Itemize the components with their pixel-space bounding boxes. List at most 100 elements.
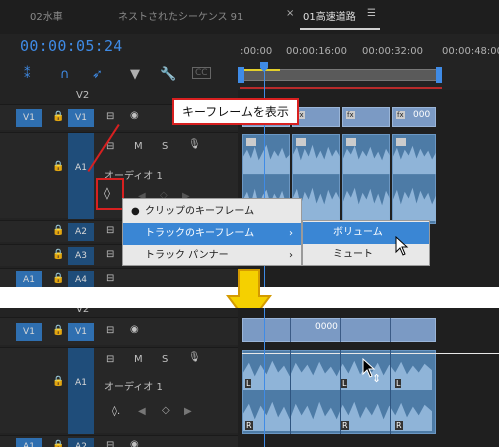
track-header-v2[interactable]: V2 <box>0 308 238 316</box>
video-clip[interactable]: fx 000 <box>392 107 436 127</box>
timecode-display[interactable]: 00:00:05:24 <box>20 37 123 55</box>
solo-button[interactable]: S <box>162 354 168 365</box>
clip-edge <box>290 318 291 342</box>
track-header-a1[interactable]: 🔒 A1 ⊟ M S 🎙 オーディオ 1 ◊. ◀ ◇ ▶ <box>0 347 238 434</box>
clip-edge <box>340 350 341 434</box>
track-header-a2[interactable]: A1 🔒 A2 ⊟ ◉ <box>0 435 238 447</box>
magnet-icon[interactable]: ∩ <box>60 67 70 82</box>
eye-icon[interactable]: ◉ <box>130 110 139 121</box>
sync-lock-icon[interactable]: ⊟ <box>106 325 114 336</box>
prev-keyframe-icon[interactable]: ◀ <box>138 406 146 417</box>
source-patch-v1[interactable]: V1 <box>16 109 42 127</box>
channel-right-label: R <box>341 421 349 430</box>
mic-icon[interactable]: 🎙 <box>188 139 201 150</box>
red-range-line <box>240 87 442 89</box>
snap-icon[interactable]: ⁑ <box>24 67 31 82</box>
fx-badge: fx <box>396 111 405 119</box>
show-keyframes-icon[interactable]: ◊. <box>112 406 120 417</box>
mute-button[interactable]: M <box>134 354 143 365</box>
chevron-right-icon: › <box>289 250 293 261</box>
menu-item-clip-keyframes[interactable]: ● クリップのキーフレーム <box>123 201 301 223</box>
video-clip[interactable]: fx <box>292 107 340 127</box>
source-patch-a1[interactable]: A1 <box>16 438 42 447</box>
track-target-a4[interactable]: A4 <box>68 271 94 287</box>
timeline-panel-top: 02水車 ネストされたシーケンス 91 × 01高速道路 ☰ 00:00:05:… <box>0 0 499 287</box>
active-tab-underline <box>300 28 380 30</box>
next-keyframe-icon[interactable]: ▶ <box>184 406 192 417</box>
time-ruler[interactable]: :00:00 00:00:16:00 00:00:32:00 00:00:48:… <box>238 34 499 90</box>
submenu-item-volume[interactable]: ボリューム <box>303 222 429 244</box>
sync-lock-icon[interactable]: ⊟ <box>106 354 114 365</box>
clip-edge <box>390 350 391 434</box>
menu-item-track-keyframes[interactable]: トラックのキーフレーム › <box>123 223 301 245</box>
clip-edge <box>390 318 391 342</box>
eye-icon[interactable]: ◉ <box>130 439 139 447</box>
clip-code: 0000 <box>315 322 338 332</box>
source-patch-a1[interactable]: A1 <box>16 271 42 287</box>
lock-icon[interactable]: 🔒 <box>52 225 64 236</box>
track-target-v1[interactable]: V1 <box>68 109 94 127</box>
sync-lock-icon[interactable]: ⊟ <box>106 111 114 122</box>
mic-icon[interactable]: 🎙 <box>188 352 201 363</box>
audio-clip[interactable] <box>342 134 390 224</box>
captions-icon[interactable]: CC <box>192 67 211 79</box>
playhead-line <box>264 308 265 447</box>
out-marker[interactable] <box>436 67 442 83</box>
source-patch-v1[interactable]: V1 <box>16 323 42 341</box>
sync-lock-icon[interactable]: ⊟ <box>106 273 114 284</box>
tab-close-icon[interactable]: × <box>286 8 294 19</box>
sync-lock-icon[interactable]: ⊟ <box>106 440 114 447</box>
lock-icon[interactable]: 🔒 <box>52 161 64 172</box>
lock-icon[interactable]: 🔒 <box>52 111 64 122</box>
add-keyframe-icon[interactable]: ◇ <box>162 405 170 416</box>
tab-nested[interactable]: ネストされたシーケンス 91 <box>118 8 243 23</box>
lock-icon[interactable]: 🔒 <box>52 376 64 387</box>
audio-clip[interactable] <box>392 134 437 224</box>
waveform <box>343 145 390 222</box>
mute-button[interactable]: M <box>134 141 143 152</box>
track-target-a3[interactable]: A3 <box>68 247 94 265</box>
chevron-right-icon: › <box>289 228 293 239</box>
eye-icon[interactable]: ◉ <box>130 324 139 335</box>
volume-rubber-band[interactable] <box>242 353 499 354</box>
submenu-item-mute[interactable]: ミュート <box>303 244 429 266</box>
lock-icon[interactable]: 🔒 <box>52 249 64 260</box>
tab-menu-icon[interactable]: ☰ <box>367 8 376 19</box>
menu-item-label: クリップのキーフレーム <box>145 206 255 217</box>
lock-icon[interactable]: 🔒 <box>52 325 64 336</box>
add-marker-icon[interactable]: ▼ <box>130 67 140 82</box>
video-clip[interactable]: 0000 <box>242 318 436 342</box>
show-keyframes-icon[interactable]: ◊ <box>104 186 110 200</box>
video-clip[interactable]: fx <box>342 107 390 127</box>
fx-badge <box>296 138 306 146</box>
track-header-v1[interactable]: V1 🔒 V1 ⊟ ◉ <box>0 317 238 345</box>
lock-icon[interactable]: 🔒 <box>52 440 64 447</box>
audio-clip[interactable]: L R L R L R <box>242 350 436 434</box>
menu-item-track-panner[interactable]: トラック パンナー › <box>123 245 301 267</box>
track-keyframes-submenu: ボリューム ミュート <box>302 220 430 266</box>
clip-edge <box>340 318 341 342</box>
track-target-a2[interactable]: A2 <box>68 223 94 241</box>
mouse-cursor-icon <box>395 236 409 256</box>
fx-badge <box>246 138 256 146</box>
ruler-label-3: 00:00:48:00 <box>442 46 499 57</box>
in-marker[interactable] <box>238 67 244 83</box>
keyframe-context-menu: ● クリップのキーフレーム トラックのキーフレーム › トラック パンナー › <box>122 198 302 266</box>
track-target-a2[interactable]: A2 <box>68 438 94 447</box>
tab-02[interactable]: 02水車 <box>30 8 63 23</box>
sync-lock-icon[interactable]: ⊟ <box>106 225 114 236</box>
tab-bar: 02水車 ネストされたシーケンス 91 × 01高速道路 ☰ <box>0 0 499 34</box>
clip-edge <box>290 350 291 434</box>
linked-selection-icon[interactable]: ➶ <box>92 67 103 82</box>
wrench-icon[interactable]: 🔧 <box>160 67 176 82</box>
track-target-v1[interactable]: V1 <box>68 323 94 341</box>
channel-left-label: L <box>245 379 252 388</box>
track-header-a4[interactable]: A1 🔒 A4 ⊟ <box>0 268 238 287</box>
sync-lock-icon[interactable]: ⊟ <box>106 249 114 260</box>
track-target-a1[interactable]: A1 <box>68 374 94 392</box>
lock-icon[interactable]: 🔒 <box>52 273 64 284</box>
ruler-label-1: 00:00:16:00 <box>286 46 348 57</box>
show-keyframes-callout: キーフレームを表示 <box>172 98 299 125</box>
tab-01[interactable]: 01高速道路 <box>303 8 356 23</box>
solo-button[interactable]: S <box>162 141 168 152</box>
